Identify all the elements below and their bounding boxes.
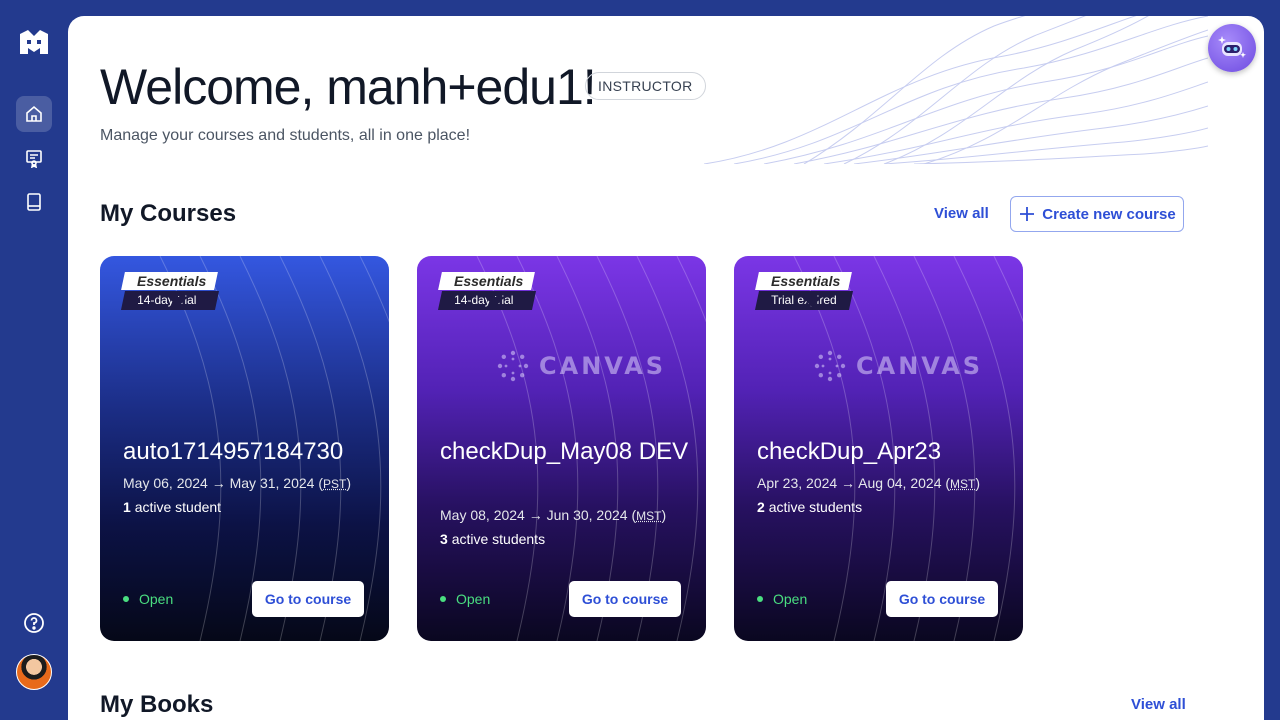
my-books-title: My Books: [100, 691, 213, 719]
create-course-button[interactable]: Create new course: [1010, 196, 1184, 232]
course-dates: May 06, 2024 → May 31, 2024 (PST): [123, 475, 351, 491]
canvas-logo: CANVAS: [814, 350, 983, 382]
plan-badge-notch: [485, 297, 505, 307]
status-dot: [440, 596, 446, 602]
courses-view-all-link[interactable]: View all: [934, 205, 989, 222]
plan-name: Essentials: [454, 273, 523, 289]
books-view-all-link[interactable]: View all: [1131, 696, 1186, 713]
course-dates: Apr 23, 2024 → Aug 04, 2024 (MST): [757, 475, 980, 491]
course-dates: May 08, 2024 → Jun 30, 2024 (MST): [440, 507, 666, 523]
student-count: 1 active student: [123, 499, 221, 515]
status-label: Open: [773, 591, 807, 607]
plan-badge-notch: [168, 297, 188, 307]
plus-icon: [1018, 205, 1036, 223]
timezone: MST: [636, 509, 661, 523]
role-badge: INSTRUCTOR: [585, 72, 706, 100]
timezone: PST: [323, 477, 346, 491]
go-to-course-button[interactable]: Go to course: [569, 581, 681, 617]
nav-books[interactable]: [16, 184, 52, 220]
canvas-icon: [814, 350, 846, 382]
main-panel: Welcome, manh+edu1! INSTRUCTOR Manage yo…: [68, 16, 1264, 720]
canvas-icon: [497, 350, 529, 382]
canvas-logo-text: CANVAS: [856, 352, 983, 380]
go-to-course-button[interactable]: Go to course: [886, 581, 998, 617]
course-name: checkDup_Apr23: [757, 436, 1007, 467]
sidebar: [0, 0, 68, 720]
page-title: Welcome, manh+edu1!: [100, 58, 596, 116]
logo-icon[interactable]: [18, 30, 50, 58]
course-status: Open: [123, 591, 173, 607]
course-card: Essentials Trial expired CANVAS checkDup…: [734, 256, 1023, 641]
book-icon: [24, 192, 44, 212]
canvas-logo: CANVAS: [497, 350, 666, 382]
my-courses-title: My Courses: [100, 200, 236, 228]
decorative-waves: [704, 16, 1208, 164]
page-subtitle: Manage your courses and students, all in…: [100, 127, 470, 145]
course-status: Open: [440, 591, 490, 607]
canvas-logo-text: CANVAS: [539, 352, 666, 380]
course-name: auto1714957184730: [123, 436, 373, 467]
status-dot: [757, 596, 763, 602]
plan-badge-notch: [802, 297, 822, 307]
student-count-number: 2: [757, 499, 765, 515]
create-course-label: Create new course: [1042, 206, 1175, 223]
course-name: checkDup_May08 DEV: [440, 436, 690, 467]
home-icon: [24, 104, 44, 124]
plan-name: Essentials: [771, 273, 840, 289]
student-count-label: active student: [135, 499, 221, 515]
status-label: Open: [456, 591, 490, 607]
student-count: 2 active students: [757, 499, 862, 515]
date-range: Apr 23, 2024 → Aug 04, 2024: [757, 475, 941, 491]
student-count-label: active students: [452, 531, 545, 547]
status-label: Open: [139, 591, 173, 607]
course-card: Essentials 14-day trial CANVAS checkDup_…: [417, 256, 706, 641]
nav-home[interactable]: [16, 96, 52, 132]
student-count-number: 3: [440, 531, 448, 547]
course-card: Essentials 14-day trial auto171495718473…: [100, 256, 389, 641]
student-count: 3 active students: [440, 531, 545, 547]
nav-courses[interactable]: [16, 140, 52, 176]
go-to-course-button[interactable]: Go to course: [252, 581, 364, 617]
avatar[interactable]: [16, 654, 52, 690]
status-dot: [123, 596, 129, 602]
ai-assistant-button[interactable]: [1208, 24, 1256, 72]
help-icon[interactable]: [22, 611, 46, 635]
plan-name: Essentials: [137, 273, 206, 289]
timezone: MST: [950, 477, 975, 491]
student-count-number: 1: [123, 499, 131, 515]
date-range: May 08, 2024 → Jun 30, 2024: [440, 507, 628, 523]
ai-assistant-icon: [1216, 32, 1248, 64]
student-count-label: active students: [769, 499, 862, 515]
date-range: May 06, 2024 → May 31, 2024: [123, 475, 314, 491]
certificate-icon: [24, 148, 44, 168]
course-status: Open: [757, 591, 807, 607]
